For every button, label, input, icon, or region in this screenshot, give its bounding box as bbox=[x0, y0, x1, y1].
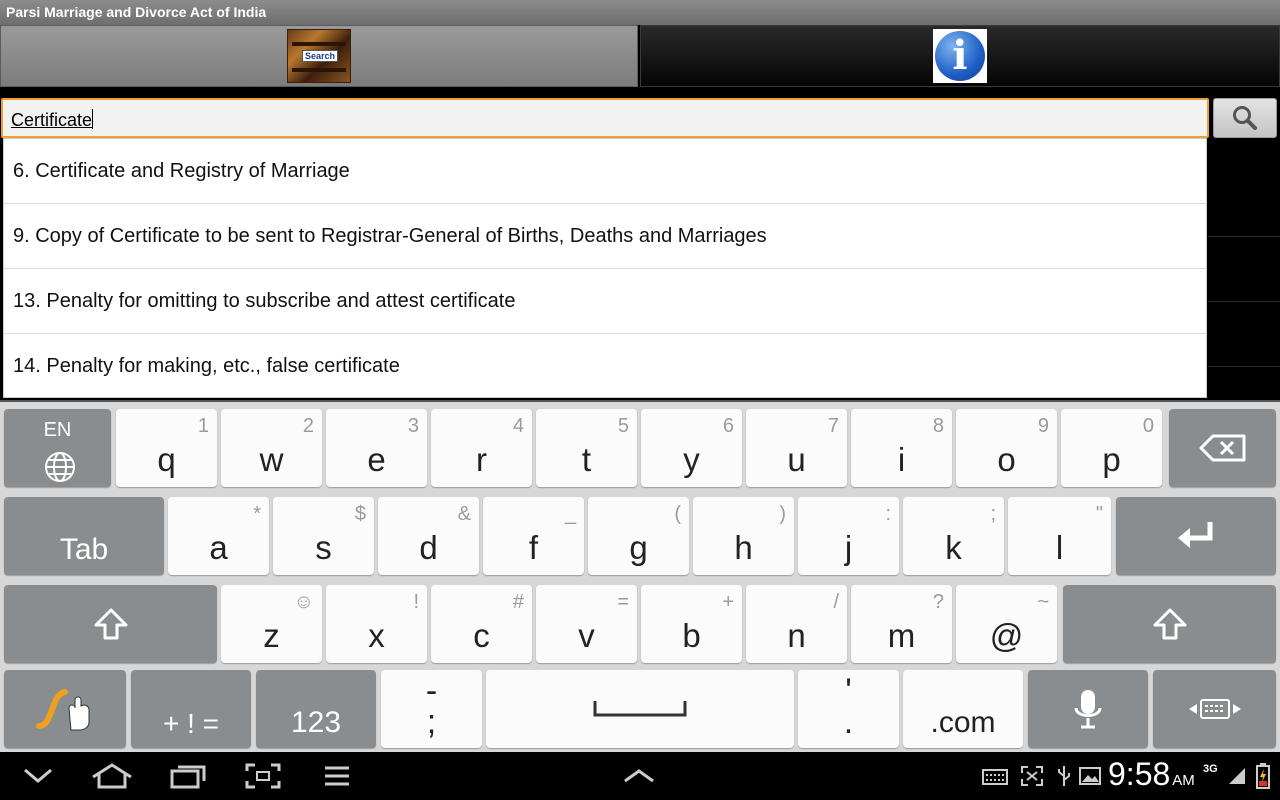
suggestion-item[interactable]: 6. Certificate and Registry of Marriage bbox=[4, 139, 1206, 204]
tab-search[interactable]: Search bbox=[0, 25, 638, 87]
search-button[interactable] bbox=[1213, 98, 1277, 138]
space-icon bbox=[593, 701, 687, 717]
keyboard-settings-key[interactable] bbox=[1153, 670, 1276, 748]
menu-button[interactable] bbox=[322, 762, 352, 790]
key-b[interactable]: + b bbox=[641, 585, 742, 663]
shift-icon bbox=[94, 608, 127, 640]
list-dividers bbox=[1208, 172, 1280, 400]
language-label: EN bbox=[43, 419, 72, 441]
suggestion-item[interactable]: 13. Penalty for omitting to subscribe an… bbox=[4, 269, 1206, 334]
key-o[interactable]: 9o bbox=[956, 409, 1057, 487]
screenshot-icon bbox=[245, 763, 281, 789]
keyboard-status-icon bbox=[982, 762, 1010, 790]
gallery-notification-icon bbox=[1078, 762, 1102, 790]
enter-key[interactable] bbox=[1116, 497, 1276, 575]
shift-key-right[interactable] bbox=[1063, 585, 1276, 663]
network-type: 3G bbox=[1203, 763, 1218, 775]
key-t[interactable]: 5t bbox=[536, 409, 637, 487]
key-u[interactable]: 7u bbox=[746, 409, 847, 487]
autocomplete-dropdown: 6. Certificate and Registry of Marriage … bbox=[3, 138, 1207, 398]
key-a[interactable]: * a bbox=[168, 497, 269, 575]
key-w[interactable]: 2w bbox=[221, 409, 322, 487]
signal-strength-icon bbox=[1226, 762, 1248, 790]
key-n[interactable]: / n bbox=[746, 585, 847, 663]
status-clock: 9:58 AM bbox=[1108, 756, 1195, 793]
info-icon: i bbox=[933, 29, 987, 83]
key-s[interactable]: $ s bbox=[273, 497, 374, 575]
info-glyph: i bbox=[935, 31, 985, 81]
key-l[interactable]: " l bbox=[1008, 497, 1111, 575]
dotcom-key[interactable]: .com bbox=[903, 670, 1023, 748]
menu-icon bbox=[325, 766, 349, 786]
voice-input-key[interactable] bbox=[1028, 670, 1148, 748]
key-z[interactable]: ☺ z bbox=[221, 585, 322, 663]
battery-charging-icon bbox=[1254, 762, 1272, 790]
dash-semicolon-key[interactable]: - ; bbox=[381, 670, 482, 748]
shift-icon bbox=[1153, 608, 1186, 640]
key-y[interactable]: 6y bbox=[641, 409, 742, 487]
hide-keyboard-button[interactable] bbox=[22, 762, 54, 790]
home-button[interactable] bbox=[90, 762, 134, 790]
key-r[interactable]: 4r bbox=[431, 409, 532, 487]
key-p[interactable]: 0p bbox=[1061, 409, 1162, 487]
fullscreen-icon bbox=[1020, 762, 1044, 790]
key-g[interactable]: (g bbox=[588, 497, 689, 575]
search-book-icon: Search bbox=[287, 29, 351, 83]
key-i[interactable]: 8i bbox=[851, 409, 952, 487]
system-nav-bar: 9:58 AM 3G bbox=[0, 752, 1280, 800]
key-k[interactable]: ; k bbox=[903, 497, 1004, 575]
key-e[interactable]: 3e bbox=[326, 409, 427, 487]
language-key[interactable]: EN bbox=[4, 409, 111, 487]
key-x[interactable]: ! x bbox=[326, 585, 427, 663]
usb-icon bbox=[1056, 762, 1072, 790]
key-h[interactable]: ) h bbox=[693, 497, 794, 575]
space-key[interactable] bbox=[486, 670, 794, 748]
chevron-up-icon bbox=[624, 769, 654, 783]
apostrophe-period-key[interactable]: ' . bbox=[798, 670, 899, 748]
keyboard-resize-icon bbox=[1188, 699, 1241, 719]
tab-info[interactable]: i bbox=[640, 25, 1280, 87]
home-icon bbox=[92, 763, 132, 789]
backspace-icon bbox=[1199, 434, 1245, 462]
chevron-down-icon bbox=[24, 768, 52, 783]
tab-bar: Search i bbox=[0, 25, 1280, 87]
key-at[interactable]: ~ @ bbox=[956, 585, 1057, 663]
numbers-key[interactable]: 123 bbox=[256, 670, 376, 748]
screenshot-button[interactable] bbox=[244, 762, 282, 790]
key-v[interactable]: = v bbox=[536, 585, 637, 663]
key-f[interactable]: _ f bbox=[483, 497, 584, 575]
search-input-value: Certificate bbox=[11, 110, 93, 130]
quick-panel-button[interactable] bbox=[622, 762, 656, 790]
recent-apps-icon bbox=[170, 765, 206, 789]
recent-apps-button[interactable] bbox=[168, 762, 208, 790]
microphone-icon bbox=[1074, 690, 1102, 729]
key-m[interactable]: ? m bbox=[851, 585, 952, 663]
swype-key[interactable] bbox=[4, 670, 126, 748]
backspace-key[interactable] bbox=[1169, 409, 1276, 487]
key-j[interactable]: :j bbox=[798, 497, 899, 575]
swype-icon bbox=[36, 689, 90, 731]
enter-icon bbox=[1178, 522, 1213, 548]
clock-time: 9:58 bbox=[1108, 756, 1171, 792]
search-input[interactable]: Certificate bbox=[1, 98, 1209, 138]
symbols-key[interactable]: + ! = bbox=[131, 670, 251, 748]
app-title: Parsi Marriage and Divorce Act of India bbox=[6, 4, 267, 20]
on-screen-keyboard: EN 1q 2w 3e 4r 5t 6y 7u 8i 9o 0p Tab * a … bbox=[0, 400, 1280, 752]
key-q[interactable]: 1q bbox=[116, 409, 217, 487]
tab-key[interactable]: Tab bbox=[4, 497, 164, 575]
text-cursor bbox=[92, 109, 94, 129]
suggestion-item[interactable]: 9. Copy of Certificate to be sent to Reg… bbox=[4, 204, 1206, 269]
magnifier-icon bbox=[1233, 106, 1257, 130]
suggestion-item[interactable]: 14. Penalty for making, etc., false cert… bbox=[4, 334, 1206, 399]
app-title-bar: Parsi Marriage and Divorce Act of India bbox=[0, 0, 1280, 25]
key-c[interactable]: # c bbox=[431, 585, 532, 663]
shift-key-left[interactable] bbox=[4, 585, 217, 663]
globe-icon bbox=[45, 452, 75, 482]
clock-ampm: AM bbox=[1172, 772, 1195, 789]
key-d[interactable]: & d bbox=[378, 497, 479, 575]
search-image-label: Search bbox=[302, 50, 339, 62]
